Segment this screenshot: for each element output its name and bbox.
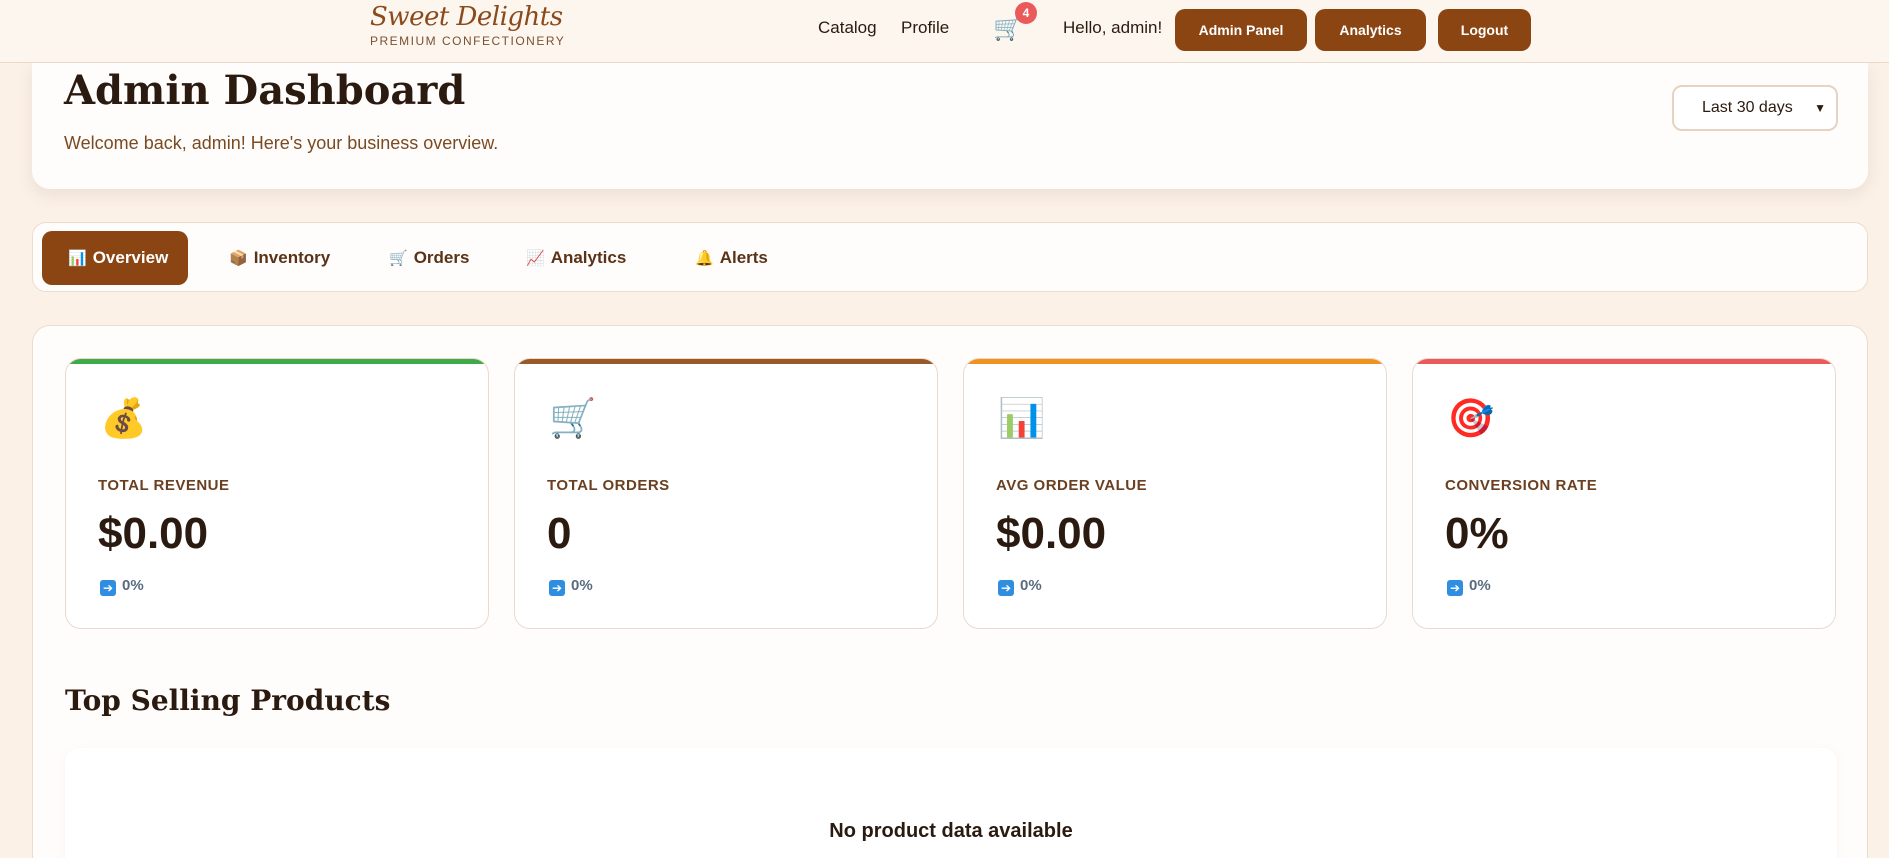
top-navbar: Sweet Delights PREMIUM CONFECTIONERY Cat… xyxy=(0,0,1889,63)
chevron-down-icon: ▼ xyxy=(1814,101,1826,115)
tab-inventory[interactable]: 📦 Inventory xyxy=(203,231,333,285)
arrow-right-icon: ➔ xyxy=(100,580,116,596)
package-icon: 📦 xyxy=(229,250,248,267)
dashboard-tabs: 📊 Overview 📦 Inventory 🛒 Orders 📈 Analytics … xyxy=(32,222,1868,292)
analytics-button[interactable]: Analytics xyxy=(1315,9,1426,51)
stat-label: TOTAL ORDERS xyxy=(547,477,670,494)
stat-change: ➔ 0% xyxy=(998,577,1042,596)
stat-change: ➔ 0% xyxy=(100,577,144,596)
nav-profile-link[interactable]: Profile xyxy=(901,18,949,38)
stat-change-value: 0% xyxy=(1469,577,1491,594)
stat-label: AVG ORDER VALUE xyxy=(996,477,1148,494)
stat-change-value: 0% xyxy=(122,577,144,594)
empty-state-message: No product data available xyxy=(829,820,1073,842)
stat-accent-bar xyxy=(66,359,488,364)
stat-change-value: 0% xyxy=(571,577,593,594)
bar-chart-icon: 📊 xyxy=(998,398,1046,440)
page-subtitle: Welcome back, admin! Here's your busines… xyxy=(64,133,499,153)
tab-label: Overview xyxy=(92,248,169,267)
stat-accent-bar xyxy=(515,359,937,364)
tab-label: Analytics xyxy=(550,248,627,267)
stat-label: TOTAL REVENUE xyxy=(98,477,230,494)
tab-label: Orders xyxy=(413,248,470,267)
stat-change: ➔ 0% xyxy=(549,577,593,596)
cart-icon: 🛒 xyxy=(389,250,408,267)
bell-icon: 🔔 xyxy=(695,250,714,267)
tab-orders[interactable]: 🛒 Orders xyxy=(363,231,473,285)
stat-card-orders: 🛒 TOTAL ORDERS 0 ➔ 0% xyxy=(514,358,938,629)
stat-value: 0 xyxy=(547,509,572,558)
trend-up-icon: 📈 xyxy=(526,250,545,267)
chart-icon: 📊 xyxy=(68,250,87,267)
arrow-right-icon: ➔ xyxy=(1447,580,1463,596)
tab-analytics[interactable]: 📈 Analytics xyxy=(500,231,630,285)
date-range-value: Last 30 days xyxy=(1702,99,1793,116)
stat-card-conversion-rate: 🎯 CONVERSION RATE 0% ➔ 0% xyxy=(1412,358,1836,629)
tab-alerts[interactable]: 🔔 Alerts xyxy=(669,231,779,285)
page-title: Admin Dashboard xyxy=(64,67,466,114)
money-bag-icon: 💰 xyxy=(100,398,148,440)
stat-change-value: 0% xyxy=(1020,577,1042,594)
stat-accent-bar xyxy=(964,359,1386,364)
logout-button[interactable]: Logout xyxy=(1438,9,1531,51)
dashboard-header: Admin Dashboard Welcome back, admin! Her… xyxy=(32,63,1868,189)
tab-overview[interactable]: 📊 Overview xyxy=(42,231,188,285)
brand-tagline: PREMIUM CONFECTIONERY xyxy=(370,34,566,48)
stat-value: $0.00 xyxy=(996,509,1107,558)
stat-value: $0.00 xyxy=(98,509,209,558)
nav-catalog-link[interactable]: Catalog xyxy=(818,18,877,38)
overview-panel: 💰 TOTAL REVENUE $0.00 ➔ 0% 🛒 TOTAL ORDERS… xyxy=(32,325,1868,858)
stat-card-avg-order-value: 📊 AVG ORDER VALUE $0.00 ➔ 0% xyxy=(963,358,1387,629)
tab-label: Alerts xyxy=(719,248,768,267)
brand-name: Sweet Delights xyxy=(370,2,563,32)
date-range-select[interactable]: Last 30 days ▼ xyxy=(1672,85,1838,131)
stat-label: CONVERSION RATE xyxy=(1445,477,1598,494)
cart-count-badge: 4 xyxy=(1015,2,1037,24)
user-greeting: Hello, admin! xyxy=(1063,18,1163,37)
top-products-title: Top Selling Products xyxy=(65,684,391,717)
tab-label: Inventory xyxy=(253,248,331,267)
brand-logo[interactable]: Sweet Delights PREMIUM CONFECTIONERY xyxy=(370,2,565,48)
arrow-right-icon: ➔ xyxy=(998,580,1014,596)
top-products-panel: No product data available xyxy=(65,748,1837,858)
cart-button[interactable]: 🛒 4 xyxy=(993,2,1037,46)
stat-card-revenue: 💰 TOTAL REVENUE $0.00 ➔ 0% xyxy=(65,358,489,629)
arrow-right-icon: ➔ xyxy=(549,580,565,596)
stat-accent-bar xyxy=(1413,359,1835,364)
cart-icon: 🛒 xyxy=(549,398,597,440)
stat-change: ➔ 0% xyxy=(1447,577,1491,596)
target-icon: 🎯 xyxy=(1447,398,1495,440)
admin-panel-button[interactable]: Admin Panel xyxy=(1175,9,1307,51)
stat-value: 0% xyxy=(1445,509,1509,558)
